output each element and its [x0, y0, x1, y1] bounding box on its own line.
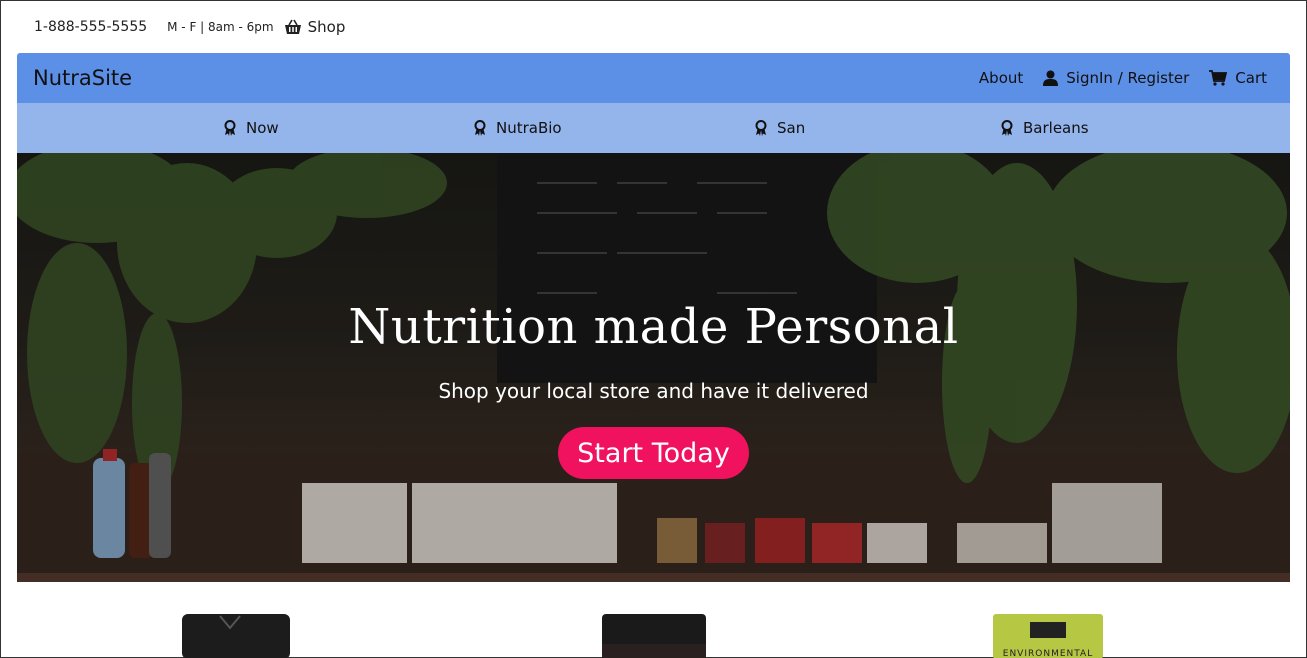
brand-item-san[interactable]: San: [755, 103, 805, 153]
shop-link[interactable]: Shop: [284, 18, 346, 36]
shop-label: Shop: [307, 18, 346, 36]
product-green-box[interactable]: ENVIRONMENTAL: [993, 614, 1103, 658]
brand-item-barleans[interactable]: Barleans: [1001, 103, 1089, 153]
cart-icon: [1209, 70, 1228, 86]
award-icon: [224, 120, 236, 136]
cart-link[interactable]: Cart: [1209, 69, 1267, 87]
hero-banner: Nutrition made Personal Shop your local …: [17, 153, 1290, 582]
product-row: ENVIRONMENTAL: [17, 582, 1290, 658]
brand-logo[interactable]: NutraSite: [33, 66, 132, 90]
product-dark-tub[interactable]: [600, 614, 708, 658]
hero-subtitle: Shop your local store and have it delive…: [438, 379, 869, 403]
hero-title: Nutrition made Personal: [348, 299, 959, 355]
about-link[interactable]: About: [979, 69, 1023, 87]
basket-icon: [284, 19, 301, 34]
business-hours: M - F | 8am - 6pm: [167, 20, 274, 34]
cart-label: Cart: [1235, 69, 1267, 87]
hero-overlay: [17, 153, 1290, 582]
award-icon: [755, 120, 767, 136]
nav-links: About SignIn / Register Cart: [959, 69, 1267, 87]
brand-item-nutrabio[interactable]: NutraBio: [474, 103, 562, 153]
product-black-jar[interactable]: [180, 614, 292, 658]
start-today-button[interactable]: Start Today: [558, 427, 749, 479]
user-icon: [1043, 70, 1059, 86]
brand-item-label: Barleans: [1023, 119, 1089, 137]
green-box-label: ENVIRONMENTAL: [1002, 649, 1094, 658]
signin-register-link[interactable]: SignIn / Register: [1043, 69, 1189, 87]
brand-item-label: San: [777, 119, 806, 137]
award-icon: [474, 120, 486, 136]
about-label: About: [978, 69, 1024, 87]
award-icon: [1001, 120, 1013, 136]
brand-item-label: Now: [246, 119, 279, 137]
brand-bar: Now NutraBio San Barleans: [17, 103, 1290, 153]
brand-item-label: NutraBio: [496, 119, 562, 137]
brand-item-now[interactable]: Now: [224, 103, 279, 153]
phone-number: 1-888-555-5555: [34, 19, 148, 35]
signin-label: SignIn / Register: [1066, 69, 1190, 87]
top-utility-bar: 1-888-555-5555 M - F | 8am - 6pm Shop: [1, 1, 1306, 53]
main-navbar: NutraSite About SignIn / Register Cart: [17, 53, 1290, 103]
